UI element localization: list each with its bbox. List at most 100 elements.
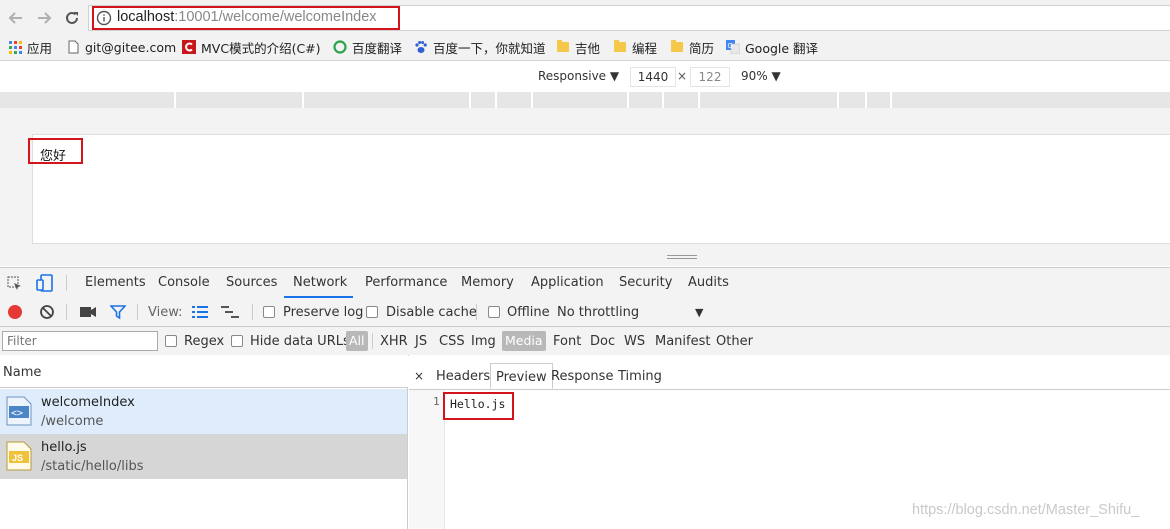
device-toolbar: Responsive ▼ 1440 × 122 90% ▼ — [0, 61, 1170, 93]
large-rows-icon[interactable] — [192, 305, 208, 319]
filter-type-js[interactable]: JS — [415, 334, 427, 349]
bookmark-label: Google 翻译 — [745, 40, 819, 56]
bookmark-baidu-fanyi[interactable]: 百度翻译 — [333, 38, 402, 56]
dimension-separator: × — [677, 69, 688, 83]
filter-bar: Regex Hide data URLs All XHR JS CSS Img … — [0, 327, 1170, 356]
bookmark-label: 简历 — [689, 40, 715, 56]
filter-type-media[interactable]: Media — [502, 331, 546, 351]
tab-headers[interactable]: Headers — [436, 363, 490, 389]
tab-audits[interactable]: Audits — [688, 268, 729, 298]
html-doc-icon: <> — [6, 396, 32, 426]
bookmark-folder-resume[interactable]: 简历 — [670, 38, 714, 56]
filter-type-all[interactable]: All — [346, 331, 368, 351]
filter-input[interactable] — [2, 331, 158, 351]
network-toolbar: View: Preserve log Disable cache Offline… — [0, 298, 1170, 327]
dropdown-arrow-icon: ▼ — [609, 69, 620, 83]
url-host: localhost — [117, 9, 175, 25]
bookmark-label: git@gitee.com — [85, 39, 177, 55]
page-greeting: 您好 — [40, 149, 67, 164]
waterfall-overview-icon[interactable] — [221, 305, 239, 319]
folder-icon — [556, 40, 570, 54]
request-row-welcomeindex[interactable]: <> welcomeIndex /welcome — [0, 389, 407, 434]
throttling-dropdown-icon[interactable]: ▼ — [695, 306, 703, 319]
tab-timing[interactable]: Timing — [618, 363, 662, 389]
reload-icon[interactable] — [62, 8, 82, 28]
bookmark-gitee[interactable]: git@gitee.com — [66, 38, 176, 56]
bookmark-baidu[interactable]: 百度一下，你就知道 — [414, 38, 546, 56]
inspect-element-icon[interactable] — [7, 276, 23, 292]
tab-sources[interactable]: Sources — [226, 268, 277, 298]
device-toggle-icon[interactable] — [36, 274, 54, 292]
regex-checkbox[interactable] — [165, 335, 177, 347]
url-path: :10001/welcome/welcomeIndex — [174, 9, 377, 25]
bookmark-label: 吉他 — [575, 40, 601, 56]
filter-type-xhr[interactable]: XHR — [380, 334, 408, 349]
media-query-ruler[interactable] — [0, 92, 1170, 108]
bookmark-mvc[interactable]: MVC模式的介绍(C#) — [182, 38, 321, 56]
tab-response[interactable]: Response — [551, 363, 613, 389]
request-row-hellojs[interactable]: JS hello.js /static/hello/libs — [0, 434, 407, 479]
baidu-paw-icon — [414, 40, 428, 54]
throttling-select[interactable]: No throttling — [557, 305, 639, 320]
devtools-tab-bar: Elements Console Sources Network Perform… — [0, 267, 1170, 299]
page-viewport — [32, 134, 1170, 244]
tab-memory[interactable]: Memory — [461, 268, 514, 298]
device-mode-label: Responsive — [538, 69, 607, 83]
info-icon[interactable] — [96, 10, 112, 26]
tab-preview[interactable]: Preview — [490, 363, 553, 389]
tab-performance[interactable]: Performance — [365, 268, 447, 298]
tab-application[interactable]: Application — [531, 268, 604, 298]
tab-elements[interactable]: Elements — [85, 268, 146, 298]
bookmark-label: 百度一下，你就知道 — [433, 40, 546, 56]
bookmark-apps[interactable]: 应用 — [8, 38, 52, 56]
device-height-input[interactable]: 122 — [690, 67, 730, 87]
regex-label: Regex — [184, 334, 225, 349]
screenshot-camera-icon[interactable] — [80, 306, 96, 318]
hide-data-urls-checkbox[interactable] — [231, 335, 243, 347]
clear-icon[interactable] — [39, 304, 55, 320]
filter-type-css[interactable]: CSS — [439, 334, 465, 349]
filter-type-doc[interactable]: Doc — [590, 334, 615, 349]
filter-type-manifest[interactable]: Manifest — [655, 334, 710, 349]
bookmark-folder-guitar[interactable]: 吉他 — [556, 38, 600, 56]
back-arrow-icon[interactable] — [6, 8, 26, 28]
svg-text:G: G — [728, 43, 733, 50]
bookmark-label: 编程 — [632, 40, 658, 56]
bookmark-label: MVC模式的介绍(C#) — [201, 40, 321, 56]
address-bar-row: localhost:10001/welcome/welcomeIndex — [0, 0, 1170, 35]
close-detail-icon[interactable]: × — [414, 363, 424, 389]
preserve-log-checkbox[interactable] — [263, 306, 275, 318]
filter-type-other[interactable]: Other — [716, 334, 753, 349]
record-icon[interactable] — [7, 304, 23, 320]
name-column-header[interactable]: Name — [0, 355, 408, 388]
tab-network[interactable]: Network — [284, 268, 353, 298]
csdn-c-icon — [182, 40, 196, 54]
detail-tab-bar: × Headers Preview Response Timing — [409, 363, 1170, 390]
disable-cache-checkbox[interactable] — [366, 306, 378, 318]
google-translate-icon: G — [726, 40, 740, 54]
bookmark-label: 应用 — [27, 40, 53, 56]
resize-grip-icon[interactable] — [667, 254, 697, 261]
bookmark-folder-programming[interactable]: 编程 — [613, 38, 657, 56]
page-icon — [66, 40, 80, 54]
tab-console[interactable]: Console — [158, 268, 210, 298]
folder-icon — [613, 40, 627, 54]
svg-text:<>: <> — [11, 408, 23, 419]
name-header-label: Name — [3, 365, 42, 380]
tab-security[interactable]: Security — [619, 268, 672, 298]
line-number: 1 — [433, 395, 440, 408]
forward-arrow-icon[interactable] — [34, 8, 54, 28]
filter-type-img[interactable]: Img — [471, 334, 496, 349]
offline-checkbox[interactable] — [488, 306, 500, 318]
zoom-select[interactable]: 90% ▼ — [741, 69, 781, 83]
request-name: hello.js — [41, 440, 87, 455]
filter-type-font[interactable]: Font — [553, 334, 581, 349]
url-text[interactable]: localhost:10001/welcome/welcomeIndex — [117, 9, 377, 25]
device-mode-select[interactable]: Responsive ▼ — [538, 69, 619, 83]
device-width-input[interactable]: 1440 — [630, 67, 676, 87]
hide-data-urls-label: Hide data URLs — [250, 334, 350, 349]
bookmark-google-translate[interactable]: G Google 翻译 — [726, 38, 818, 56]
filter-type-ws[interactable]: WS — [624, 334, 645, 349]
zoom-label: 90% — [741, 69, 768, 83]
filter-funnel-icon[interactable] — [110, 304, 126, 320]
